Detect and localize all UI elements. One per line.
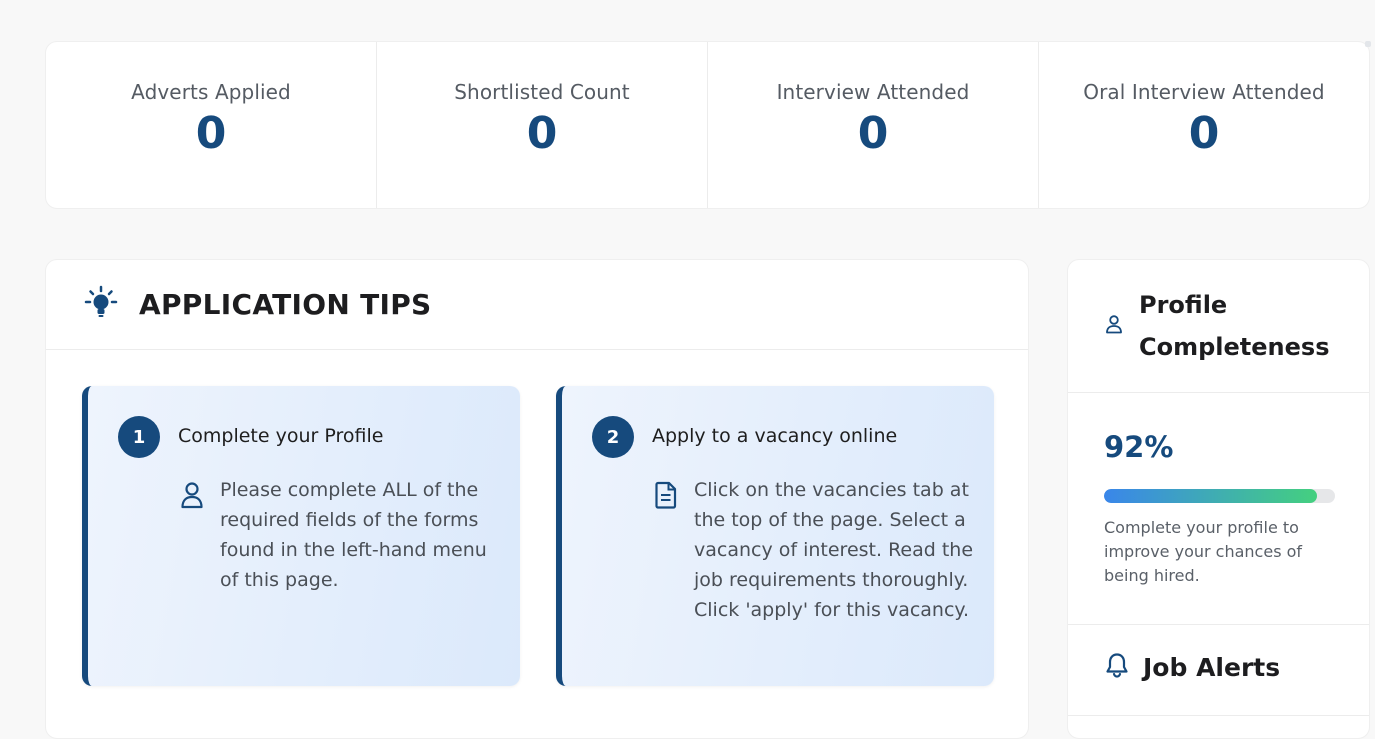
user-icon	[1105, 314, 1123, 338]
job-alerts-header[interactable]: Job Alerts	[1105, 652, 1280, 682]
tips-header: APPLICATION TIPS	[46, 260, 1028, 350]
document-icon	[654, 481, 678, 513]
stat-value: 0	[526, 108, 558, 159]
stat-label: Shortlisted Count	[454, 80, 630, 104]
profile-completeness-note: Complete your profile to improve your ch…	[1104, 518, 1303, 585]
tip-heading: Complete your Profile	[178, 425, 384, 447]
profile-progress-fill	[1104, 489, 1317, 503]
profile-completeness-percent: 92%	[1104, 430, 1174, 464]
tip-body: Click on the vacancies tab at the top of…	[694, 479, 974, 621]
stat-adverts-applied: Adverts Applied 0	[46, 42, 377, 208]
step-number-badge: 1	[118, 416, 160, 458]
application-tips-card: APPLICATION TIPS 1 Complete your Profile…	[45, 259, 1029, 739]
scrollbar-thumb[interactable]	[1365, 41, 1371, 47]
step-number-badge: 2	[592, 416, 634, 458]
profile-completeness-title: Profile Completeness	[1139, 291, 1330, 361]
profile-completeness-header: Profile Completeness	[1068, 260, 1369, 393]
lightbulb-icon	[83, 285, 119, 325]
stat-value: 0	[1188, 108, 1220, 159]
tip-heading: Apply to a vacancy online	[652, 425, 898, 447]
stat-shortlisted-count: Shortlisted Count 0	[377, 42, 708, 208]
job-alerts-title: Job Alerts	[1143, 652, 1281, 682]
tip-card-1: 1 Complete your Profile Please complete …	[82, 386, 520, 686]
stat-label: Oral Interview Attended	[1083, 80, 1325, 104]
divider	[1068, 624, 1369, 625]
bell-icon	[1105, 652, 1129, 682]
tip-body: Please complete ALL of the required fiel…	[220, 479, 487, 591]
stat-label: Adverts Applied	[131, 80, 291, 104]
profile-sidebar-card: Profile Completeness 92% Complete your p…	[1067, 259, 1370, 739]
profile-progress-bar	[1104, 489, 1335, 503]
stat-value: 0	[195, 108, 227, 159]
tips-title: APPLICATION TIPS	[139, 288, 432, 321]
user-icon	[180, 481, 204, 513]
tip-card-2: 2 Apply to a vacancy online Click on the…	[556, 386, 994, 686]
stats-summary: Adverts Applied 0 Shortlisted Count 0 In…	[45, 41, 1370, 209]
stat-value: 0	[857, 108, 889, 159]
stat-label: Interview Attended	[776, 80, 970, 104]
stat-oral-interview-attended: Oral Interview Attended 0	[1039, 42, 1369, 208]
stat-interview-attended: Interview Attended 0	[708, 42, 1039, 208]
divider	[1068, 715, 1369, 716]
